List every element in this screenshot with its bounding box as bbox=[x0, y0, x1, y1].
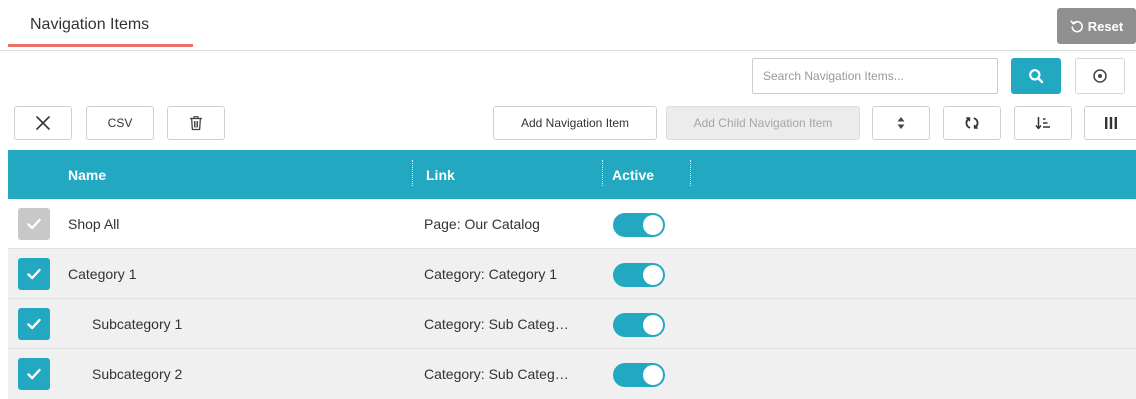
checkmark-icon bbox=[27, 218, 41, 230]
row-link: Category: Sub Categ… bbox=[424, 316, 569, 332]
reorder-button[interactable] bbox=[872, 106, 930, 140]
row-link: Category: Category 1 bbox=[424, 266, 557, 282]
row-checkbox[interactable] bbox=[18, 358, 50, 390]
sort-arrows-icon bbox=[896, 116, 906, 130]
search-input[interactable] bbox=[752, 58, 998, 94]
row-link: Page: Our Catalog bbox=[424, 216, 540, 232]
csv-button[interactable]: CSV bbox=[86, 106, 154, 140]
column-header-name[interactable]: Name bbox=[68, 167, 106, 183]
row-checkbox[interactable] bbox=[18, 208, 50, 240]
row-checkbox[interactable] bbox=[18, 308, 50, 340]
settings-button[interactable] bbox=[1075, 58, 1125, 94]
toggle-knob bbox=[643, 265, 663, 285]
column-resizer[interactable] bbox=[412, 160, 413, 186]
column-resizer[interactable] bbox=[602, 160, 603, 186]
sort-descending-icon bbox=[1035, 116, 1051, 130]
columns-button[interactable] bbox=[1084, 106, 1136, 140]
checkmark-icon bbox=[27, 368, 41, 380]
table-row[interactable]: Shop All Page: Our Catalog bbox=[8, 199, 1136, 249]
csv-label: CSV bbox=[108, 116, 133, 130]
add-child-navigation-item-button[interactable]: Add Child Navigation Item bbox=[666, 106, 860, 140]
table-row[interactable]: Category 1 Category: Category 1 bbox=[8, 249, 1136, 299]
trash-icon bbox=[189, 115, 203, 131]
clear-selection-button[interactable] bbox=[14, 106, 72, 140]
grid-header: Name Link Active bbox=[8, 150, 1136, 199]
active-toggle[interactable] bbox=[613, 213, 665, 237]
checkmark-icon bbox=[27, 268, 41, 280]
toggle-knob bbox=[643, 365, 663, 385]
reset-label: Reset bbox=[1088, 19, 1123, 34]
tab-title: Navigation Items bbox=[30, 16, 149, 34]
active-toggle[interactable] bbox=[613, 263, 665, 287]
reset-button[interactable]: Reset bbox=[1057, 8, 1136, 44]
row-checkbox[interactable] bbox=[18, 258, 50, 290]
table-row[interactable]: Subcategory 1 Category: Sub Categ… bbox=[8, 299, 1136, 349]
row-name: Category 1 bbox=[68, 266, 136, 282]
reset-icon bbox=[1070, 19, 1084, 33]
search-icon bbox=[1028, 68, 1044, 84]
row-name: Subcategory 2 bbox=[92, 366, 182, 382]
delete-button[interactable] bbox=[167, 106, 225, 140]
active-toggle[interactable] bbox=[613, 363, 665, 387]
table-row[interactable]: Subcategory 2 Category: Sub Categ… bbox=[8, 349, 1136, 399]
close-icon bbox=[35, 115, 51, 131]
add-child-navigation-item-label: Add Child Navigation Item bbox=[694, 116, 833, 130]
header-divider bbox=[0, 50, 1136, 51]
refresh-icon bbox=[964, 115, 980, 131]
refresh-button[interactable] bbox=[943, 106, 1001, 140]
active-toggle[interactable] bbox=[613, 313, 665, 337]
sort-button[interactable] bbox=[1014, 106, 1072, 140]
column-header-link[interactable]: Link bbox=[426, 167, 455, 183]
toggle-knob bbox=[643, 215, 663, 235]
add-navigation-item-label: Add Navigation Item bbox=[521, 116, 629, 130]
column-resizer[interactable] bbox=[690, 160, 691, 186]
row-name: Subcategory 1 bbox=[92, 316, 182, 332]
tab-active-indicator bbox=[8, 44, 193, 47]
row-link: Category: Sub Categ… bbox=[424, 366, 569, 382]
columns-icon bbox=[1103, 115, 1119, 131]
checkmark-icon bbox=[27, 318, 41, 330]
settings-icon bbox=[1092, 68, 1108, 84]
add-navigation-item-button[interactable]: Add Navigation Item bbox=[493, 106, 657, 140]
search-button[interactable] bbox=[1011, 58, 1061, 94]
column-header-active[interactable]: Active bbox=[612, 167, 654, 183]
row-name: Shop All bbox=[68, 216, 119, 232]
tab-navigation-items[interactable]: Navigation Items bbox=[8, 0, 193, 48]
toggle-knob bbox=[643, 315, 663, 335]
